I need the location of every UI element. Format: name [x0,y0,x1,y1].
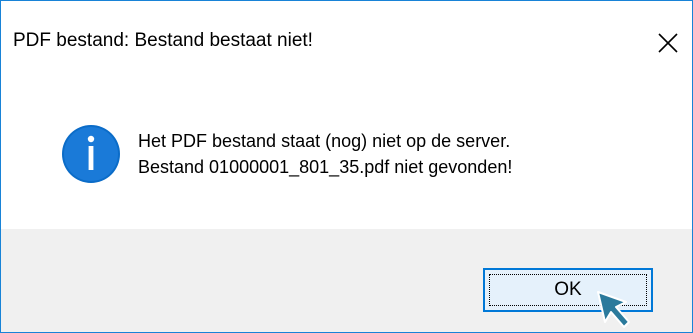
close-button[interactable] [646,19,692,65]
message-line-1: Het PDF bestand staat (nog) niet op de s… [138,131,511,151]
dialog-content: Het PDF bestand staat (nog) niet op de s… [1,81,692,229]
ok-button-label: OK [554,279,582,300]
message-line-2: Bestand 01000001_801_35.pdf niet gevonde… [138,157,513,177]
dialog-title: PDF bestand: Bestand bestaat niet! [13,30,313,51]
message-dialog: PDF bestand: Bestand bestaat niet! Het P… [0,0,693,333]
button-bar: OK [1,229,692,332]
message-text: Het PDF bestand staat (nog) niet op de s… [138,128,512,180]
close-icon [658,33,678,53]
info-icon [62,125,120,183]
mouse-pointer-icon [597,291,630,328]
title-bar[interactable]: PDF bestand: Bestand bestaat niet! [1,1,692,81]
